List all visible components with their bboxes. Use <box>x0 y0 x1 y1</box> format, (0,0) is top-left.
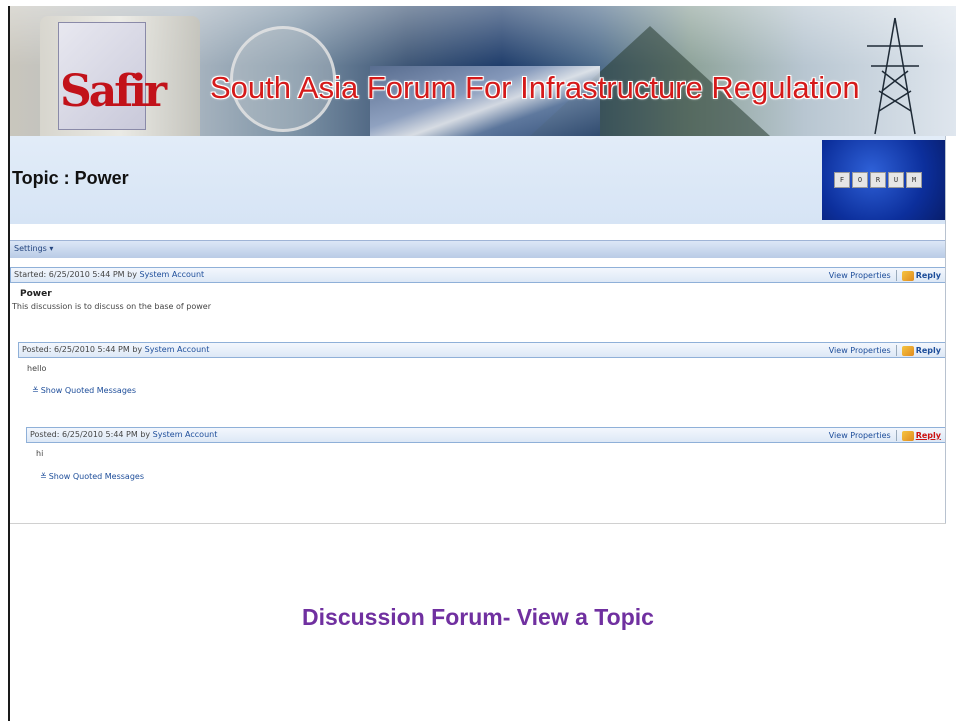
safir-logo-text: Safir <box>60 66 167 117</box>
reply-label: Reply <box>915 271 941 280</box>
content-right-border <box>945 136 946 524</box>
forum-keys-image: F O R U M <box>834 172 922 188</box>
post-meta: Started: 6/25/2010 5:44 PM by System Acc… <box>14 270 204 279</box>
post-body: This discussion is to discuss on the bas… <box>12 302 211 311</box>
slide-caption: Discussion Forum- View a Topic <box>302 604 654 630</box>
post-actions: View Properties Reply <box>829 430 941 441</box>
post-actions: View Properties Reply <box>829 270 941 281</box>
site-title: South Asia Forum For Infrastructure Regu… <box>210 70 860 105</box>
post-meta: Posted: 6/25/2010 5:44 PM by System Acco… <box>30 430 217 439</box>
reply-icon <box>901 345 914 356</box>
reply-label: Reply <box>915 346 941 355</box>
post-header: Started: 6/25/2010 5:44 PM by System Acc… <box>10 267 946 283</box>
post-date: Posted: 6/25/2010 5:44 PM by <box>30 430 153 439</box>
view-properties-link[interactable]: View Properties <box>829 271 891 280</box>
post-header: Posted: 6/25/2010 5:44 PM by System Acco… <box>18 342 946 358</box>
post-actions: View Properties Reply <box>829 345 941 356</box>
post-body: hello <box>27 364 47 373</box>
forum-key: F <box>834 172 850 188</box>
forum-key: O <box>852 172 868 188</box>
post-author-link[interactable]: System Account <box>145 345 210 354</box>
view-properties-link[interactable]: View Properties <box>829 431 891 440</box>
post-body: hi <box>36 449 44 458</box>
settings-toolbar: Settings ▾ <box>10 240 946 258</box>
post-header: Posted: 6/25/2010 5:44 PM by System Acco… <box>26 427 946 443</box>
post-author-link[interactable]: System Account <box>153 430 218 439</box>
reply-label: Reply <box>915 431 941 440</box>
reply-button[interactable]: Reply <box>901 345 941 356</box>
reply-icon <box>901 270 914 281</box>
forum-key: U <box>888 172 904 188</box>
reply-icon <box>901 430 914 441</box>
actions-divider <box>895 270 897 281</box>
page-title: Topic : Power <box>12 168 129 188</box>
content-bottom-divider <box>10 523 946 524</box>
post-subject: Power <box>20 289 52 299</box>
post-date: Posted: 6/25/2010 5:44 PM by <box>22 345 145 354</box>
forum-key: R <box>870 172 886 188</box>
post-meta: Posted: 6/25/2010 5:44 PM by System Acco… <box>22 345 209 354</box>
topic-header <box>10 136 946 224</box>
slide: Safir South Asia Forum For Infrastructur… <box>0 0 956 721</box>
post-date: Started: 6/25/2010 5:44 PM by <box>14 270 140 279</box>
show-quoted-label: Show Quoted Messages <box>40 386 137 395</box>
actions-divider <box>895 345 897 356</box>
show-quoted-messages-link[interactable]: ≚ Show Quoted Messages <box>32 386 136 395</box>
post-author-link[interactable]: System Account <box>139 270 204 279</box>
power-tower-icon <box>867 17 923 135</box>
show-quoted-label: Show Quoted Messages <box>48 472 145 481</box>
reply-button[interactable]: Reply <box>901 430 941 441</box>
actions-divider <box>895 430 897 441</box>
settings-menu[interactable]: Settings ▾ <box>14 244 53 253</box>
forum-key: M <box>906 172 922 188</box>
view-properties-link[interactable]: View Properties <box>829 346 891 355</box>
reply-button[interactable]: Reply <box>901 270 941 281</box>
show-quoted-messages-link[interactable]: ≚ Show Quoted Messages <box>40 472 144 481</box>
double-chevron-down-icon: ≚ <box>32 386 39 395</box>
double-chevron-down-icon: ≚ <box>40 472 47 481</box>
